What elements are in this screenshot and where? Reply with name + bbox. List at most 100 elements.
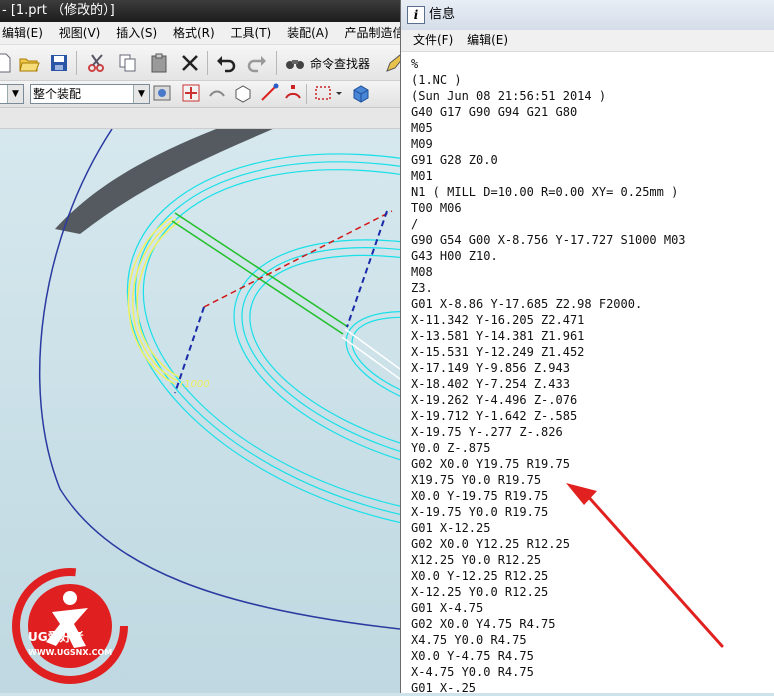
type-filter-dropdown[interactable]: ▼ [0, 84, 24, 104]
snap-arc-icon[interactable] [282, 82, 304, 104]
info-window-title: 信息 [429, 7, 456, 22]
filter-settings-icon[interactable] [151, 82, 173, 104]
menu-edit[interactable]: 编辑(E) [462, 30, 513, 51]
nc-line: G91 G28 Z0.0 [411, 153, 498, 167]
open-folder-icon[interactable] [16, 50, 42, 76]
binoculars-icon [286, 60, 304, 69]
nc-line: X12.25 Y0.0 R12.25 [411, 553, 542, 567]
nx-main-window: - [1.prt （修改的）] 编辑(E) 视图(V) 插入(S) 格式(R) … [0, 0, 400, 693]
nx-window-title: - [1.prt （修改的）] [2, 3, 115, 18]
part-dark-face [55, 89, 360, 234]
toolbar-separator [276, 51, 277, 75]
nc-line: % [411, 57, 419, 71]
menu-view[interactable]: 视图(V) [53, 22, 107, 44]
chevron-down-icon[interactable] [333, 82, 345, 104]
chevron-down-icon: ▼ [7, 85, 23, 103]
nc-line: G02 X0.0 Y19.75 R19.75 [411, 457, 570, 471]
nc-line: X0.0 Y-4.75 R4.75 [411, 649, 534, 663]
nc-line: X-19.712 Y-1.642 Z-.585 [411, 409, 578, 423]
copy-icon[interactable] [115, 50, 141, 76]
menu-edit[interactable]: 编辑(E) [0, 22, 49, 44]
nc-line: M09 [411, 137, 433, 151]
pencil-icon[interactable] [382, 50, 400, 76]
nc-line: X-15.531 Y-12.249 Z1.452 [411, 345, 585, 359]
nc-line: M08 [411, 265, 433, 279]
document-tab-strip [0, 108, 400, 129]
toolbar-separator [76, 51, 77, 75]
info-window: i 信息 文件(F) 编辑(E) % (1.NC ) (Sun Jun 08 2… [400, 0, 774, 696]
nc-line: X-17.149 Y-9.856 Z.943 [411, 361, 570, 375]
nx-title-bar: - [1.prt （修改的）] [0, 0, 400, 22]
rectangle-select-icon[interactable] [312, 82, 334, 104]
chevron-down-icon: ▼ [133, 85, 149, 103]
info-menu-bar: 文件(F) 编辑(E) [401, 30, 774, 52]
blue-rapid-move-right [346, 210, 388, 328]
nc-line: Z3. [411, 281, 433, 295]
nc-line: Y0.0 Z-.875 [411, 441, 491, 455]
nc-line: X4.75 Y0.0 R4.75 [411, 633, 527, 647]
nc-line: X0.0 Y-19.75 R19.75 [411, 489, 549, 503]
nc-line: M01 [411, 169, 433, 183]
nc-line: X-4.75 Y0.0 R4.75 [411, 665, 534, 679]
nc-line: G43 H00 Z10. [411, 249, 498, 263]
nc-line: X-19.75 Y0.0 R19.75 [411, 505, 549, 519]
nc-line: X19.75 Y0.0 R19.75 [411, 473, 542, 487]
nc-line: X-12.25 Y0.0 R12.25 [411, 585, 549, 599]
cyan-toolpath-loops [126, 153, 400, 535]
logo-url: WWW.UGSNX.COM [28, 648, 113, 657]
nc-line: G01 X-12.25 [411, 521, 491, 535]
solid-cube-icon[interactable] [350, 82, 372, 104]
nc-line: X-19.75 Y-.277 Z-.826 [411, 425, 563, 439]
standard-toolbar: 命令查找器 [0, 45, 400, 81]
assembly-scope-dropdown[interactable]: 整个装配 ▼ [30, 84, 150, 104]
nc-line: G01 X-8.86 Y-17.685 Z2.98 F2000. [411, 297, 643, 311]
nc-line: G02 X0.0 Y4.75 R4.75 [411, 617, 556, 631]
toolbar-separator [306, 84, 307, 104]
menu-format[interactable]: 格式(R) [167, 22, 221, 44]
snap-point-icon[interactable] [180, 82, 202, 104]
snap-end-icon[interactable] [258, 82, 280, 104]
green-lead-lines [171, 212, 349, 335]
nc-line: X0.0 Y-12.25 R12.25 [411, 569, 549, 583]
nc-line: X-13.581 Y-14.381 Z1.961 [411, 329, 585, 343]
nc-line: G40 G17 G90 G94 G21 G80 [411, 105, 578, 119]
nc-line: T00 M06 [411, 201, 462, 215]
info-icon: i [407, 6, 425, 24]
new-file-icon[interactable] [0, 50, 16, 76]
nc-line: X-18.402 Y-7.254 Z.433 [411, 377, 570, 391]
nc-line: (1.NC ) [411, 73, 462, 87]
menu-file[interactable]: 文件(F) [408, 30, 458, 51]
paste-icon[interactable] [146, 50, 172, 76]
menu-tools[interactable]: 工具(T) [225, 22, 278, 44]
nc-code-text[interactable]: % (1.NC ) (Sun Jun 08 21:56:51 2014 ) G4… [411, 56, 771, 696]
info-title-bar: i 信息 [401, 0, 774, 31]
view-3d-icon[interactable] [232, 82, 254, 104]
red-rapid-move [203, 210, 393, 308]
graphics-label: r1000 [180, 379, 210, 390]
undo-icon[interactable] [213, 50, 239, 76]
nc-line: / [411, 217, 419, 231]
assembly-scope-value: 整个装配 [33, 87, 82, 101]
redo-icon[interactable] [244, 50, 270, 76]
save-icon[interactable] [46, 50, 72, 76]
nc-line: N1 ( MILL D=10.00 R=0.00 XY= 0.25mm ) [411, 185, 679, 199]
menu-insert[interactable]: 插入(S) [110, 22, 163, 44]
delete-icon[interactable] [177, 50, 203, 76]
nc-line: X-19.262 Y-4.496 Z-.076 [411, 393, 578, 407]
cut-icon[interactable] [84, 50, 110, 76]
logo-text: UG爱好者 [28, 630, 84, 644]
selection-toolbar: ▼ 整个装配 ▼ [0, 81, 400, 108]
nx-menu-bar: 编辑(E) 视图(V) 插入(S) 格式(R) 工具(T) 装配(A) 产品制造… [0, 22, 400, 45]
toolbar-separator [207, 51, 208, 75]
menu-pmi[interactable]: 产品制造信息 [338, 22, 400, 44]
nc-line: X-11.342 Y-16.205 Z2.471 [411, 313, 585, 327]
nc-line: G01 X-4.75 [411, 601, 484, 615]
nc-line: (Sun Jun 08 21:56:51 2014 ) [411, 89, 607, 103]
nc-line: G02 X0.0 Y12.25 R12.25 [411, 537, 570, 551]
ug-logo [12, 568, 128, 684]
nc-line: G90 G54 G00 X-8.756 Y-17.727 S1000 M03 [411, 233, 686, 247]
nc-line: G01 X-.25 [411, 681, 477, 695]
arrow-icon[interactable] [206, 82, 228, 104]
command-finder-button[interactable]: 命令查找器 [284, 50, 370, 76]
menu-assemblies[interactable]: 装配(A) [281, 22, 335, 44]
